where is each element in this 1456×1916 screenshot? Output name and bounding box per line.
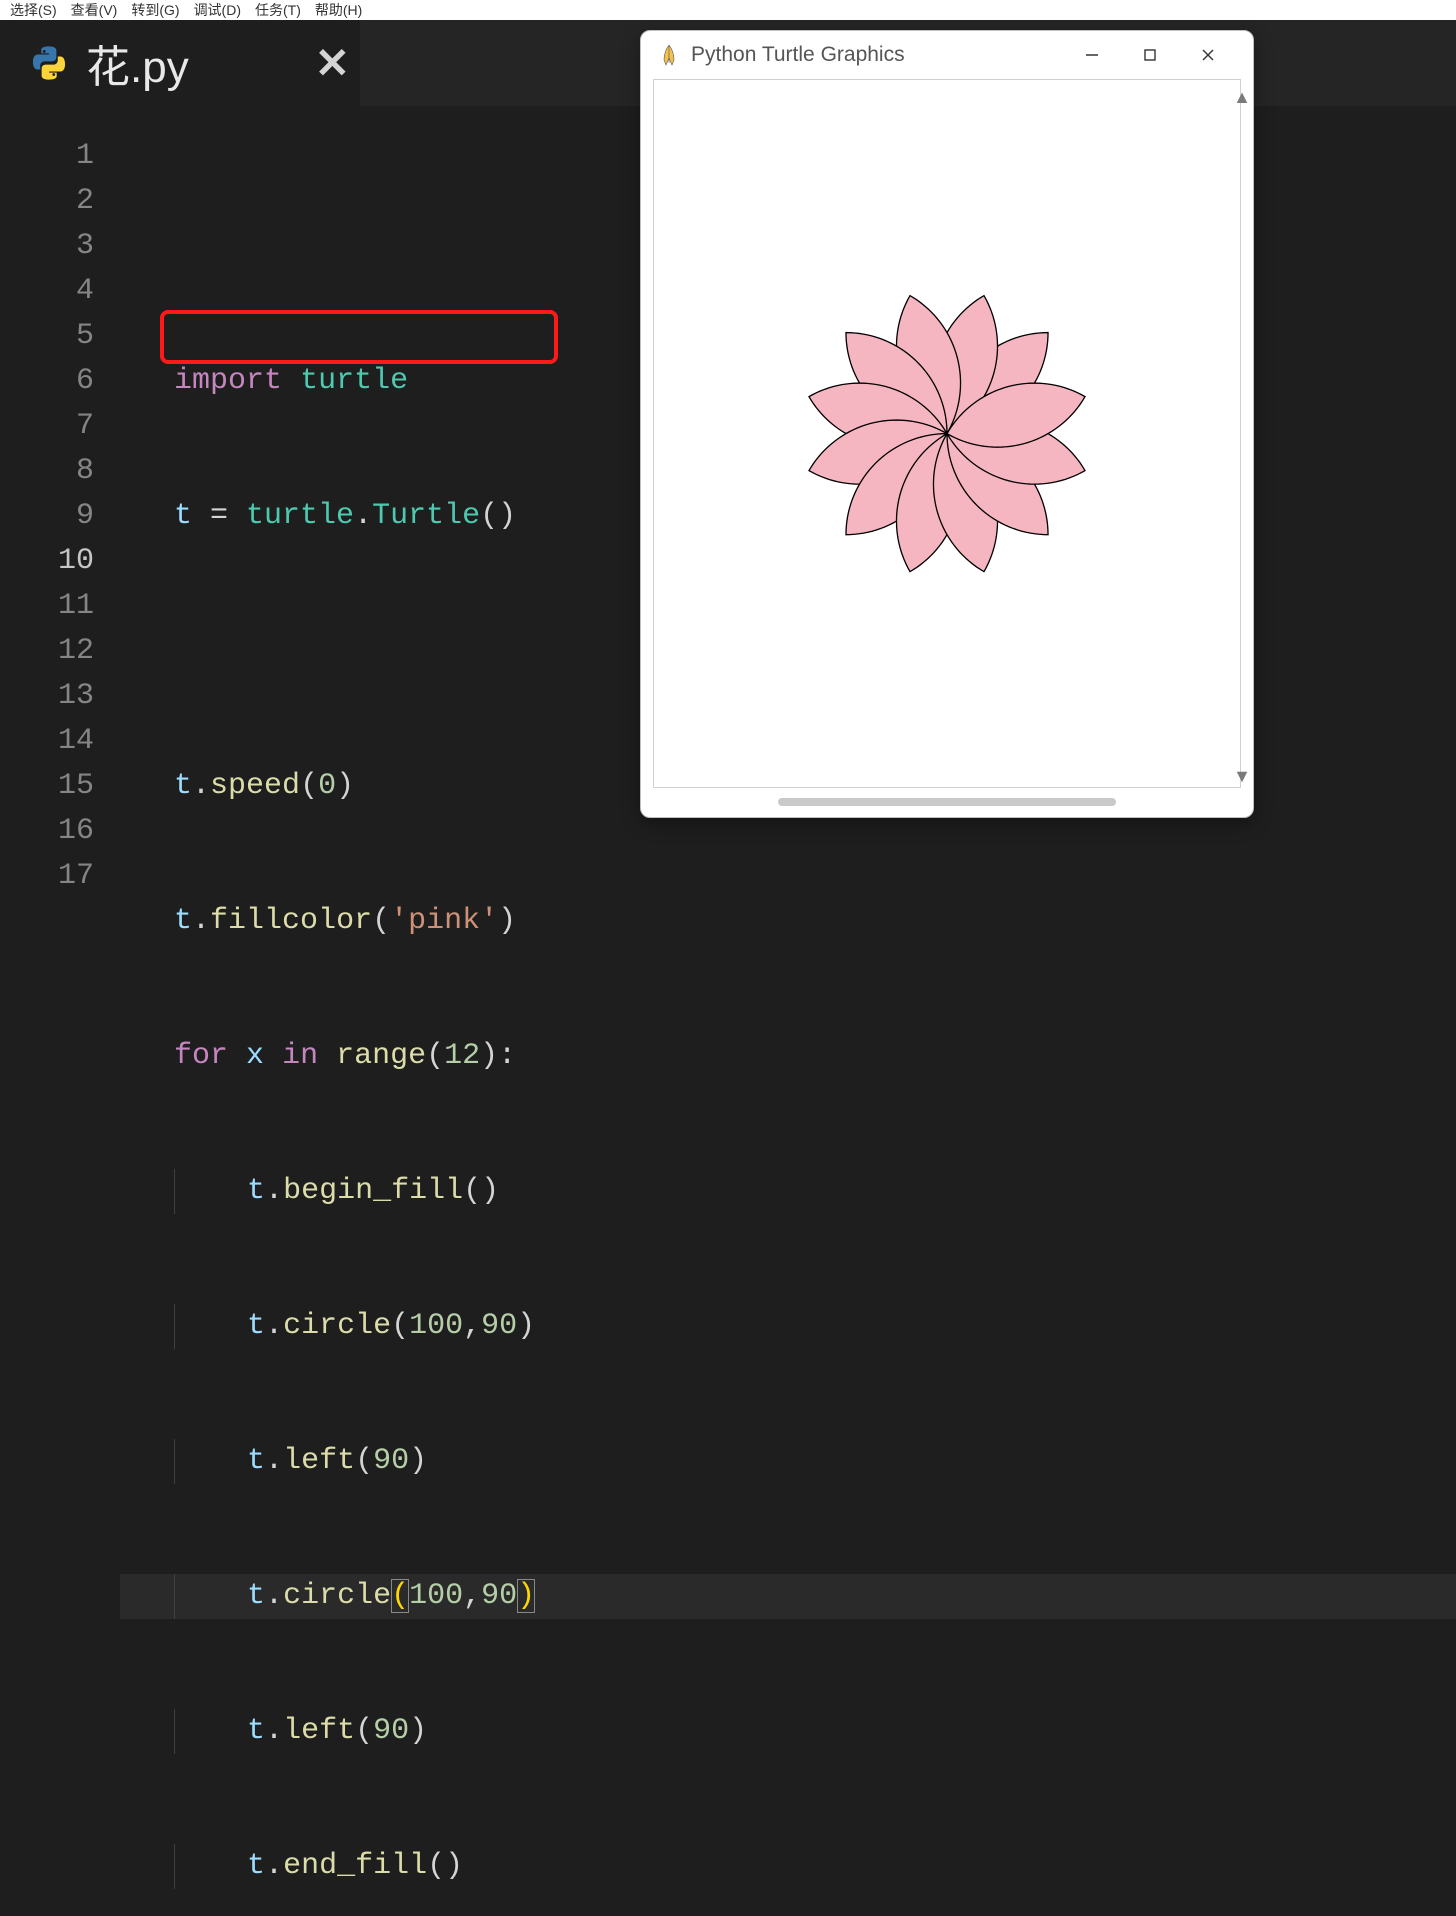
- code-line: t.left(90): [120, 1439, 1456, 1484]
- app-menubar[interactable]: 选择(S) 查看(V) 转到(G) 调试(D) 任务(T) 帮助(H): [0, 0, 1456, 20]
- turtle-app-icon: [659, 43, 679, 67]
- tab-close-icon[interactable]: ✕: [287, 39, 378, 88]
- line-number: 1: [0, 134, 120, 179]
- line-number: 17: [0, 854, 120, 899]
- turtle-window-titlebar[interactable]: Python Turtle Graphics: [641, 31, 1253, 79]
- line-number: 16: [0, 809, 120, 854]
- code-line: t.circle(100,90): [120, 1304, 1456, 1349]
- line-number: 14: [0, 719, 120, 764]
- code-line: for x in range(12):: [120, 1034, 1456, 1079]
- menu-item[interactable]: 任务(T): [255, 0, 301, 20]
- line-number: 9: [0, 494, 120, 539]
- line-number: 11: [0, 584, 120, 629]
- line-number: 3: [0, 224, 120, 269]
- window-maximize-button[interactable]: [1121, 35, 1179, 75]
- python-file-icon: [30, 44, 68, 82]
- annotation-highlight-box: [160, 310, 558, 364]
- line-number: 15: [0, 764, 120, 809]
- menu-item[interactable]: 调试(D): [194, 0, 241, 20]
- code-line: t.fillcolor('pink'): [120, 899, 1456, 944]
- code-line: t.begin_fill(): [120, 1169, 1456, 1214]
- line-number: 13: [0, 674, 120, 719]
- menu-item[interactable]: 转到(G): [131, 0, 179, 20]
- menu-item[interactable]: 查看(V): [71, 0, 118, 20]
- line-number: 8: [0, 449, 120, 494]
- line-number-current: 10: [0, 539, 120, 584]
- scroll-up-icon[interactable]: ▲: [1233, 87, 1251, 108]
- window-close-button[interactable]: [1179, 35, 1237, 75]
- line-number: 4: [0, 269, 120, 314]
- turtle-canvas: [654, 80, 1240, 787]
- window-minimize-button[interactable]: [1063, 35, 1121, 75]
- line-number: 5: [0, 314, 120, 359]
- line-number: 6: [0, 359, 120, 404]
- turtle-vertical-scrollbar[interactable]: ▲ ▼: [1229, 87, 1254, 787]
- scrollbar-thumb[interactable]: [778, 798, 1116, 806]
- turtle-window-title: Python Turtle Graphics: [691, 43, 905, 67]
- code-line: t.left(90): [120, 1709, 1456, 1754]
- code-line: t.end_fill(): [120, 1844, 1456, 1889]
- line-number-gutter: 1 2 3 4 5 6 7 8 9 10 11 12 13 14 15 16 1…: [0, 134, 120, 1916]
- turtle-canvas-wrap: [653, 79, 1241, 788]
- editor-tab[interactable]: 花.py ✕: [0, 20, 360, 106]
- line-number: 2: [0, 179, 120, 224]
- menu-item[interactable]: 帮助(H): [315, 0, 362, 20]
- code-line-current: t.circle(100,90): [120, 1574, 1456, 1619]
- menu-item[interactable]: 选择(S): [10, 0, 57, 20]
- line-number: 12: [0, 629, 120, 674]
- tab-filename: 花.py: [86, 31, 189, 95]
- scroll-down-icon[interactable]: ▼: [1233, 766, 1251, 787]
- turtle-horizontal-scrollbar[interactable]: [665, 792, 1229, 811]
- line-number: 7: [0, 404, 120, 449]
- turtle-graphics-window[interactable]: Python Turtle Graphics ▲ ▼: [640, 30, 1254, 818]
